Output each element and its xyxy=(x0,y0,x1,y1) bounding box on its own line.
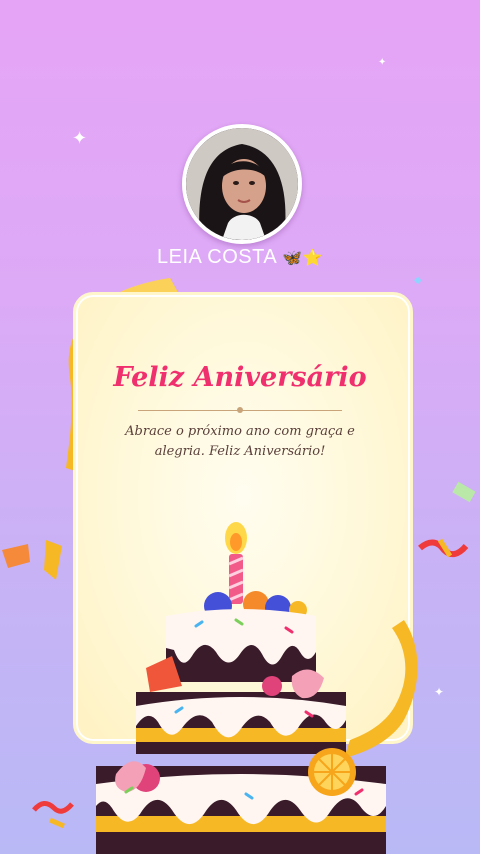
divider-ornament xyxy=(237,407,243,413)
sparkle-icon: ✦ xyxy=(72,128,88,149)
profile-photo xyxy=(186,128,298,240)
username: LEIA COSTA 🦋⭐ xyxy=(0,246,480,269)
confetti-right xyxy=(418,481,476,558)
sparkle-icon: ✦ xyxy=(378,57,387,68)
sparkle-icon: ✦ xyxy=(434,685,445,699)
username-text: LEIA COSTA xyxy=(156,246,277,268)
confetti-bottom-left xyxy=(32,801,74,829)
confetti-left xyxy=(2,540,62,580)
card-message: Abrace o próximo ano com graça e alegria… xyxy=(125,424,355,459)
butterfly-star-emoji: 🦋⭐ xyxy=(282,250,324,267)
card-title: Feliz Aniversário xyxy=(113,362,367,393)
avatar[interactable] xyxy=(182,124,302,244)
sparkle-icon: ◆ xyxy=(414,275,422,286)
birthday-cake-illustration xyxy=(96,522,386,854)
candle-icon xyxy=(225,522,247,604)
